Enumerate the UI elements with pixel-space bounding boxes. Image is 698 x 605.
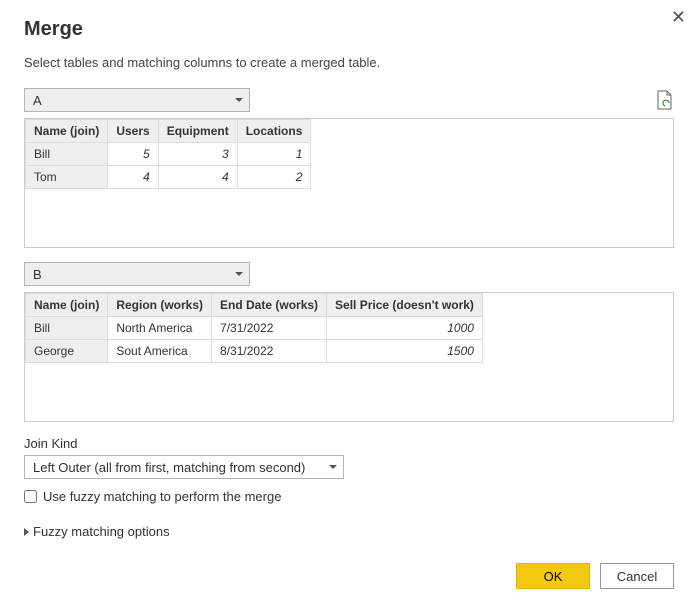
fuzzy-options-expander[interactable]: Fuzzy matching options: [24, 524, 674, 539]
fuzzy-checkbox[interactable]: [24, 490, 37, 503]
chevron-down-icon: [235, 98, 243, 102]
table-row[interactable]: Bill North America 7/31/2022 1000: [26, 317, 483, 340]
table-a-grid[interactable]: Name (join) Users Equipment Locations Bi…: [24, 118, 674, 248]
cell: North America: [108, 317, 212, 340]
col-header[interactable]: Region (works): [108, 294, 212, 317]
col-header[interactable]: Equipment: [158, 120, 237, 143]
col-header[interactable]: Name (join): [26, 120, 108, 143]
cell: Bill: [26, 143, 108, 166]
col-header[interactable]: Locations: [237, 120, 311, 143]
cell: 1500: [327, 340, 483, 363]
cell: Bill: [26, 317, 108, 340]
cell: Tom: [26, 166, 108, 189]
close-icon[interactable]: ✕: [671, 8, 686, 26]
col-header[interactable]: End Date (works): [212, 294, 327, 317]
join-kind-label: Join Kind: [24, 436, 674, 451]
dialog-subtitle: Select tables and matching columns to cr…: [24, 55, 674, 70]
table-a-selector[interactable]: A: [24, 88, 250, 112]
col-header[interactable]: Name (join): [26, 294, 108, 317]
cell: 5: [108, 143, 158, 166]
cell: Sout America: [108, 340, 212, 363]
chevron-down-icon: [329, 465, 337, 469]
cell: 1000: [327, 317, 483, 340]
cell: 8/31/2022: [212, 340, 327, 363]
join-kind-selector[interactable]: Left Outer (all from first, matching fro…: [24, 455, 344, 479]
ok-button[interactable]: OK: [516, 563, 590, 589]
col-header[interactable]: Users: [108, 120, 158, 143]
cell: George: [26, 340, 108, 363]
cell: 4: [108, 166, 158, 189]
table-a-selected: A: [33, 93, 42, 108]
chevron-right-icon: [24, 528, 29, 536]
table-b-selector[interactable]: B: [24, 262, 250, 286]
fuzzy-options-label: Fuzzy matching options: [33, 524, 170, 539]
cell: 7/31/2022: [212, 317, 327, 340]
cell: 2: [237, 166, 311, 189]
table-row[interactable]: George Sout America 8/31/2022 1500: [26, 340, 483, 363]
chevron-down-icon: [235, 272, 243, 276]
fuzzy-checkbox-row[interactable]: Use fuzzy matching to perform the merge: [24, 489, 674, 504]
join-kind-selected: Left Outer (all from first, matching fro…: [33, 460, 305, 475]
ok-button-label: OK: [544, 569, 563, 584]
table-b-grid[interactable]: Name (join) Region (works) End Date (wor…: [24, 292, 674, 422]
browse-file-icon[interactable]: [656, 90, 674, 110]
cancel-button[interactable]: Cancel: [600, 563, 674, 589]
fuzzy-checkbox-label: Use fuzzy matching to perform the merge: [43, 489, 281, 504]
col-header[interactable]: Sell Price (doesn't work): [327, 294, 483, 317]
cell: 3: [158, 143, 237, 166]
table-b-header-row: Name (join) Region (works) End Date (wor…: [26, 294, 483, 317]
cell: 4: [158, 166, 237, 189]
table-a-header-row: Name (join) Users Equipment Locations: [26, 120, 311, 143]
dialog-title: Merge: [24, 18, 674, 41]
cancel-button-label: Cancel: [617, 569, 657, 584]
table-row[interactable]: Tom 4 4 2: [26, 166, 311, 189]
table-b-selected: B: [33, 267, 42, 282]
table-row[interactable]: Bill 5 3 1: [26, 143, 311, 166]
cell: 1: [237, 143, 311, 166]
